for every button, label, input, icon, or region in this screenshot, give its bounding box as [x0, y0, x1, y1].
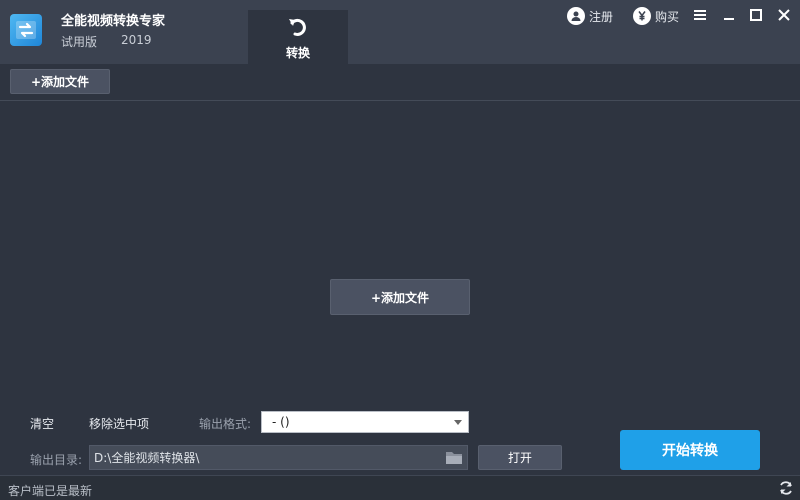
chevron-down-icon: [454, 420, 462, 425]
maximize-icon: [750, 9, 762, 21]
folder-icon[interactable]: [445, 450, 463, 465]
tab-convert-label: 转换: [285, 46, 310, 60]
toolbar: +添加文件: [0, 64, 800, 101]
app-year: 2019: [121, 33, 152, 47]
register-link[interactable]: 注册: [567, 6, 613, 26]
output-format-select[interactable]: - (): [261, 411, 469, 433]
output-dir-value: D:\全能视频转换器\: [94, 451, 200, 465]
menu-icon: [694, 10, 706, 20]
user-icon: [567, 7, 585, 25]
tab-convert[interactable]: 转换: [248, 10, 348, 64]
minimize-icon: [724, 18, 734, 20]
close-button[interactable]: [774, 5, 794, 25]
close-icon: [778, 9, 790, 21]
add-file-button[interactable]: +添加文件: [10, 69, 110, 94]
convert-arrow-icon: [289, 18, 306, 36]
clear-button[interactable]: 清空: [30, 415, 54, 432]
output-format-label: 输出格式:: [199, 417, 252, 431]
app-edition: 试用版: [61, 35, 98, 49]
status-bar: 客户端已是最新: [0, 475, 800, 500]
app-logo-icon: [10, 14, 42, 46]
output-format-value: - (): [272, 415, 290, 429]
output-dir-field[interactable]: D:\全能视频转换器\: [89, 445, 468, 470]
minimize-button[interactable]: [719, 5, 739, 25]
register-label: 注册: [589, 9, 614, 24]
refresh-icon[interactable]: [778, 480, 794, 496]
status-text: 客户端已是最新: [8, 484, 93, 498]
file-list-area: +添加文件: [0, 101, 800, 405]
bottom-panel: 清空 移除选中项 输出格式: - () 输出目录: D:\全能视频转换器\ 打开…: [0, 405, 800, 475]
yen-icon: [633, 7, 651, 25]
add-file-center-button[interactable]: +添加文件: [330, 279, 470, 315]
open-folder-button[interactable]: 打开: [478, 445, 562, 470]
menu-button[interactable]: [690, 5, 710, 25]
remove-selected-button[interactable]: 移除选中项: [89, 415, 149, 432]
buy-link[interactable]: 购买: [633, 6, 679, 26]
app-title: 全能视频转换专家: [61, 14, 166, 29]
title-bar: 全能视频转换专家 试用版 2019 转换 注册 购买: [0, 0, 800, 64]
output-dir-label: 输出目录:: [30, 453, 83, 467]
start-convert-button[interactable]: 开始转换: [620, 430, 760, 470]
buy-label: 购买: [655, 9, 680, 24]
maximize-button[interactable]: [746, 5, 766, 25]
